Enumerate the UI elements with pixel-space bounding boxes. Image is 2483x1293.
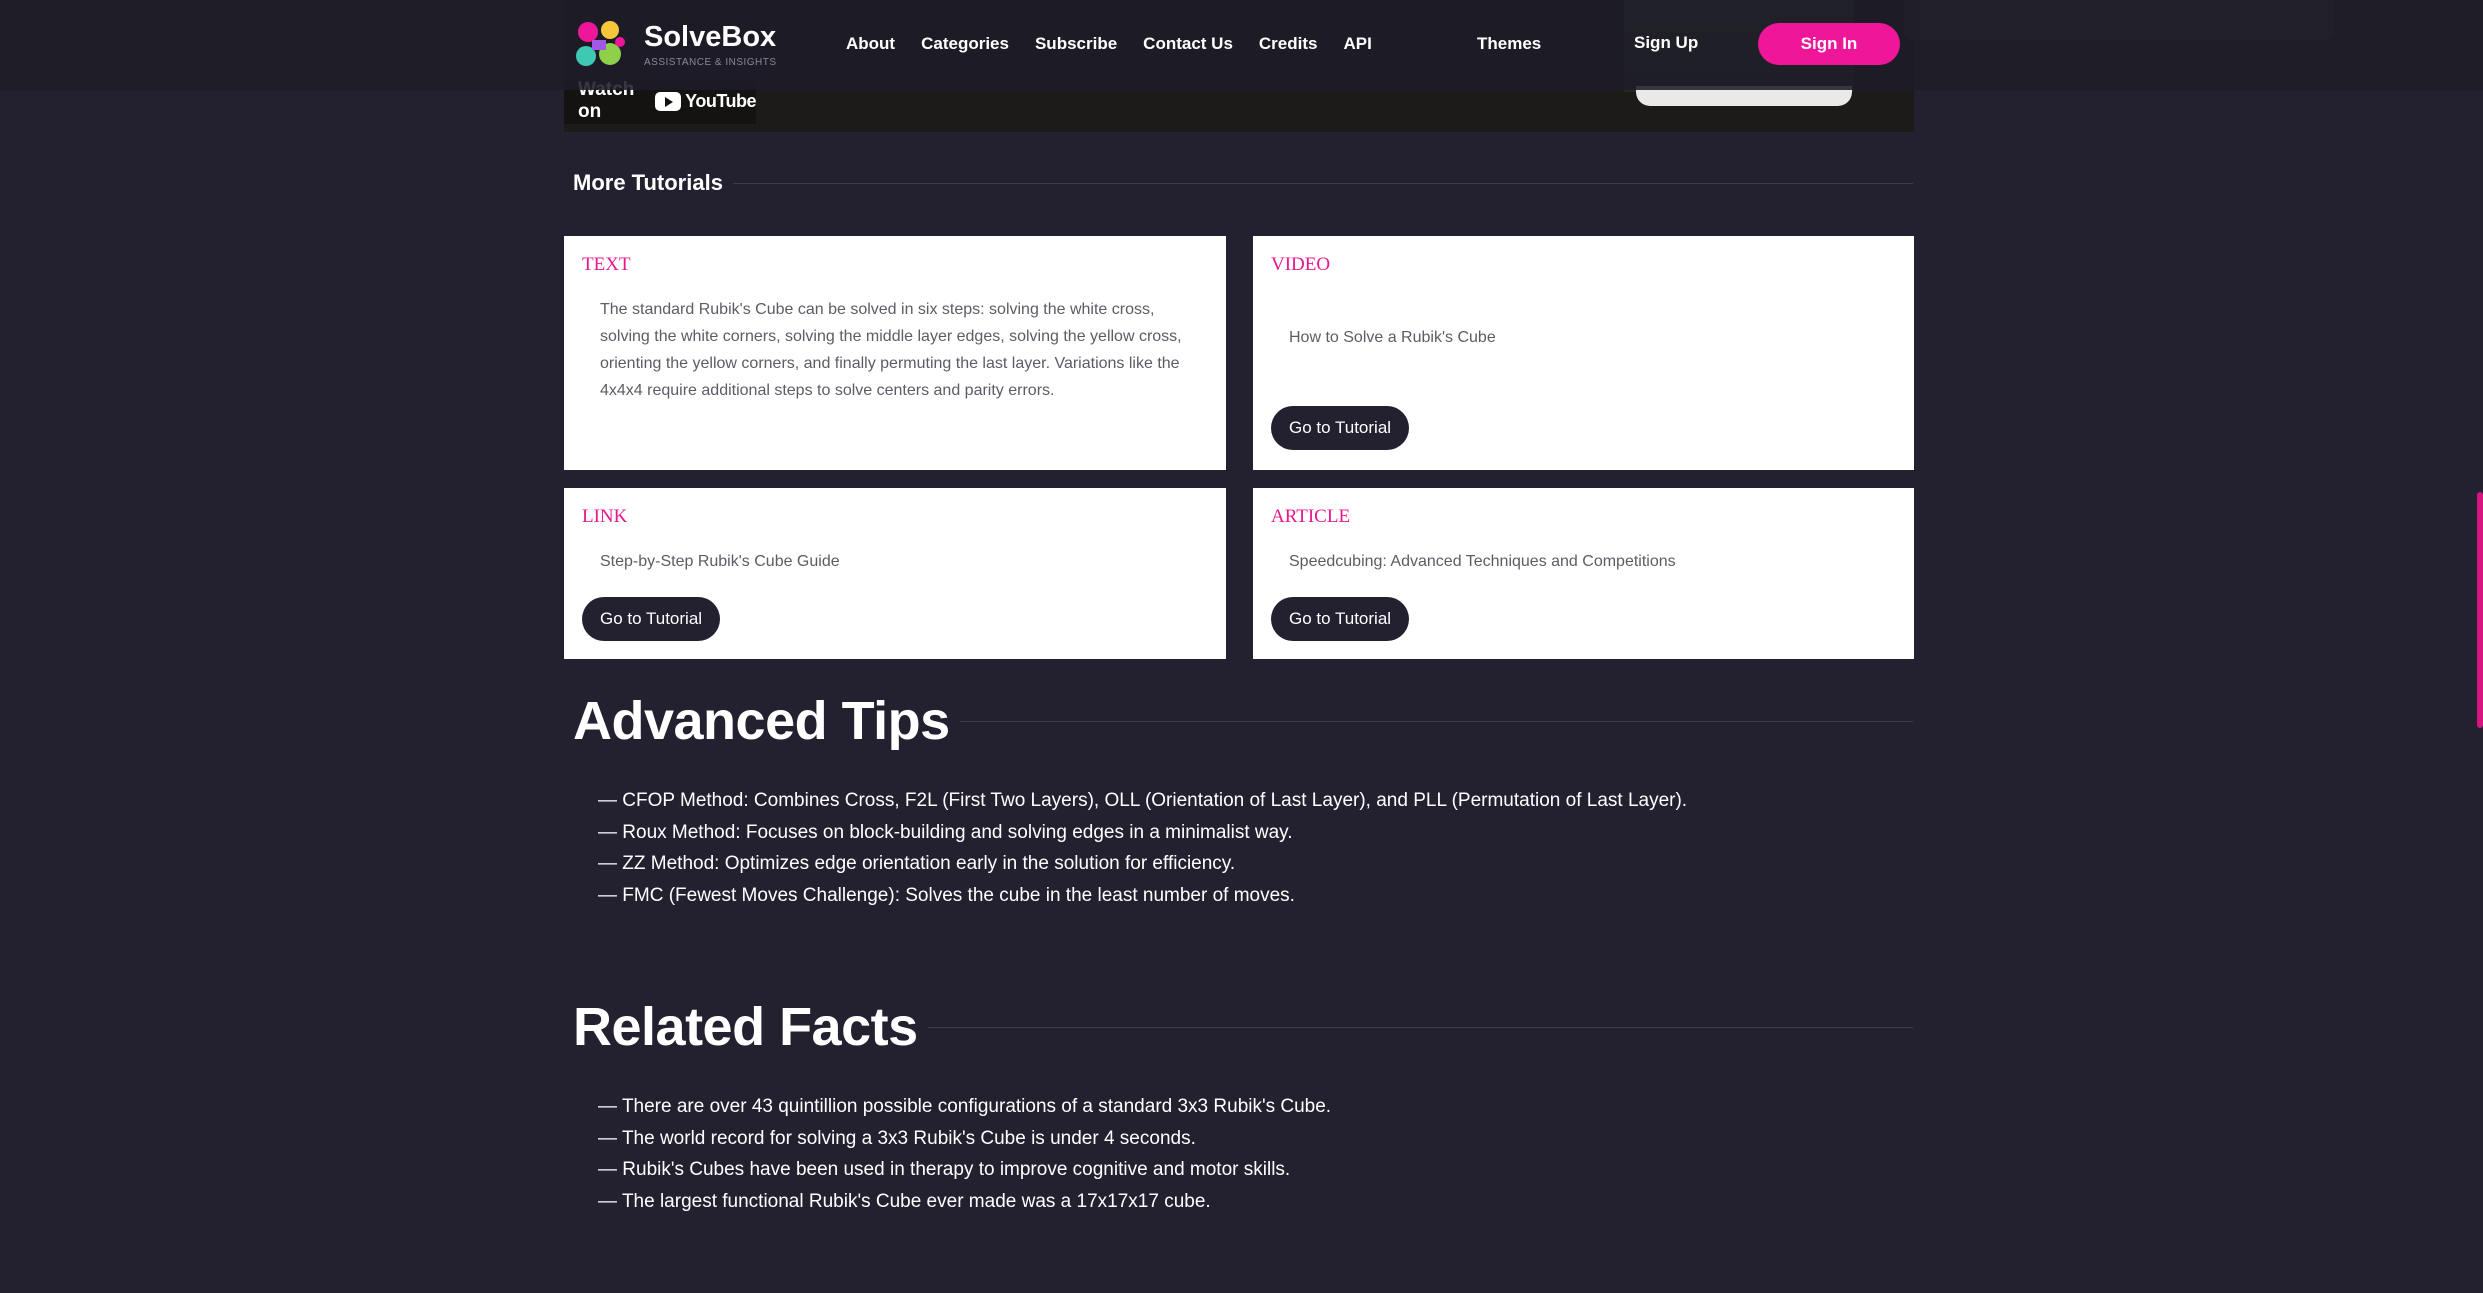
list-item: There are over 43 quintillion possible c… [598,1091,1331,1123]
nav-subscribe[interactable]: Subscribe [1035,34,1117,54]
advanced-tips-heading: Advanced Tips [573,690,1913,752]
list-item: Roux Method: Focuses on block-building a… [598,817,1687,849]
heading-divider [959,720,1913,722]
youtube-play-icon [655,91,682,111]
card-description: How to Solve a Rubik's Cube [1289,329,1496,346]
nav-contact-us[interactable]: Contact Us [1143,34,1233,54]
youtube-logo: YouTube [655,91,756,112]
main-nav: About Categories Subscribe Contact Us Cr… [846,34,1372,54]
list-item: The world record for solving a 3x3 Rubik… [598,1123,1331,1155]
heading-divider [732,182,1913,184]
themes-menu[interactable]: Themes [1477,34,1541,54]
brand-home-link[interactable]: SolveBox ASSISTANCE & INSIGHTS [572,18,777,72]
related-facts-list: There are over 43 quintillion possible c… [598,1091,1331,1217]
card-description: Step-by-Step Rubik's Cube Guide [600,553,840,570]
nav-credits[interactable]: Credits [1259,34,1318,54]
scrollbar-thumb[interactable] [2477,492,2483,728]
go-to-tutorial-button[interactable]: Go to Tutorial [582,597,721,641]
list-item: FMC (Fewest Moves Challenge): Solves the… [598,880,1687,912]
go-to-tutorial-button[interactable]: Go to Tutorial [1271,597,1410,641]
brand-tagline: ASSISTANCE & INSIGHTS [644,57,777,69]
site-header: SolveBox ASSISTANCE & INSIGHTS About Cat… [0,0,2483,90]
advanced-tips-title: Advanced Tips [573,691,950,751]
list-item: CFOP Method: Combines Cross, F2L (First … [598,785,1687,817]
card-type-label: TEXT [582,254,631,275]
more-tutorials-title: More Tutorials [573,170,723,195]
related-facts-title: Related Facts [573,997,918,1057]
card-type-label: ARTICLE [1271,506,1351,527]
card-type-label: VIDEO [1271,254,1331,275]
list-item: Rubik's Cubes have been used in therapy … [598,1154,1331,1186]
tutorial-card-link: LINK Step-by-Step Rubik's Cube Guide Go … [564,488,1226,659]
more-tutorials-heading: More Tutorials [573,170,1913,196]
card-description: The standard Rubik's Cube can be solved … [600,301,1182,399]
heading-divider [927,1026,1913,1028]
card-description: Speedcubing: Advanced Techniques and Com… [1289,553,1676,570]
tutorial-card-article: ARTICLE Speedcubing: Advanced Techniques… [1253,488,1914,659]
go-to-tutorial-button[interactable]: Go to Tutorial [1271,406,1410,450]
sign-in-button[interactable]: Sign In [1758,23,1900,65]
page: Watch on YouTube SolveBox ASSISTANCE & I… [0,0,2483,1293]
card-type-label: LINK [582,506,628,527]
sign-up-link[interactable]: Sign Up [1634,33,1698,53]
youtube-wordmark: YouTube [685,90,756,111]
nav-categories[interactable]: Categories [921,34,1009,54]
list-item: The largest functional Rubik's Cube ever… [598,1186,1331,1218]
nav-api[interactable]: API [1343,34,1371,54]
related-facts-heading: Related Facts [573,996,1913,1058]
tutorial-card-text: TEXT The standard Rubik's Cube can be so… [564,236,1226,470]
brand-name: SolveBox [644,20,777,53]
advanced-tips-list: CFOP Method: Combines Cross, F2L (First … [598,785,1687,911]
nav-about[interactable]: About [846,34,895,54]
tutorial-card-video: VIDEO How to Solve a Rubik's Cube Go to … [1253,236,1914,470]
puzzle-logo-icon [576,21,625,66]
list-item: ZZ Method: Optimizes edge orientation ea… [598,848,1687,880]
